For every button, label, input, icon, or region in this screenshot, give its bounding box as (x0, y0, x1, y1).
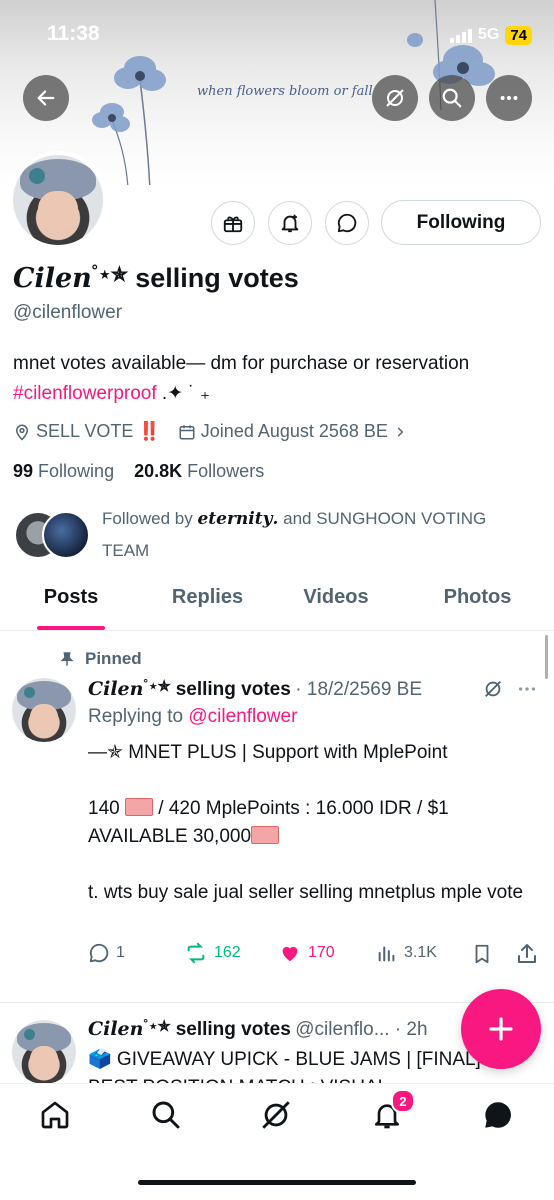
post-author-avatar[interactable] (12, 678, 76, 742)
follower-avatar (42, 511, 90, 559)
pinned-indicator: Pinned (59, 649, 142, 669)
followed-by-avatars[interactable] (14, 511, 104, 559)
post-author-avatar[interactable] (12, 1020, 76, 1083)
repost-icon (187, 942, 205, 964)
views-button[interactable]: 3.1K (376, 942, 437, 964)
location-text: SELL VOTE (36, 421, 134, 441)
subscribe-button[interactable] (211, 201, 255, 245)
ticket-emoji-icon (251, 826, 280, 844)
followers-count-link[interactable]: 20.8K Followers (134, 461, 264, 481)
message-button[interactable] (325, 201, 369, 245)
post-text: —✯ MNET PLUS | Support with MplePoint 14… (88, 742, 524, 903)
more-button[interactable] (486, 75, 532, 121)
pin-icon (60, 652, 74, 666)
follow-counts: 99 Following 20.8K Followers (13, 461, 264, 482)
reply-icon (89, 943, 109, 963)
network-label: 5G (477, 26, 500, 43)
display-name-symbols: ˚⋆✯ (91, 264, 128, 286)
grok-icon (386, 89, 404, 107)
bio-hashtag-link[interactable]: #cilenflowerproof (13, 383, 157, 404)
more-dots-icon (500, 95, 518, 101)
banner-caption: when flowers bloom or fall (197, 84, 373, 99)
replying-to: Replying to @cilenflower (88, 706, 298, 727)
tabs-divider (0, 630, 554, 631)
profile-bio: mnet votes available— dm for purchase or… (13, 349, 543, 409)
heart-icon (282, 946, 298, 962)
arrow-left-icon (37, 90, 55, 106)
grok-button[interactable] (372, 75, 418, 121)
ticket-emoji-icon (124, 798, 153, 816)
profile-avatar[interactable] (9, 151, 107, 249)
reply-button[interactable]: 1 (88, 942, 125, 964)
status-indicators: 5G 74 (449, 22, 532, 48)
home-indicator (138, 1180, 416, 1185)
grok-icon[interactable] (482, 678, 504, 700)
like-button[interactable]: 170 (278, 942, 335, 964)
post-more-icon[interactable] (516, 678, 538, 700)
views-chart-icon (378, 946, 395, 962)
home-icon (41, 1101, 69, 1129)
tab-photos[interactable]: Photos (430, 586, 525, 609)
tab-posts[interactable]: Posts (30, 586, 112, 609)
location-emoji: ‼️ (138, 421, 161, 441)
post-header: Cilen˚⋆✯ selling votes · 18/2/2569 BE (88, 677, 422, 701)
post-pinned[interactable]: Pinned Cilen˚⋆✯ selling votes · 18/2/256… (0, 640, 554, 1000)
bio-sparkle: .✦ ˙ ₊ (161, 383, 211, 404)
post-header: Cilen˚⋆✯ selling votes @cilenflo... · 2h (88, 1017, 428, 1041)
search-icon (152, 1101, 180, 1129)
post-text: 🗳️ GIVEAWAY UPICK - BLUE JAMS | [FINAL] … (88, 1049, 481, 1083)
joined-date[interactable]: Joined August 2568 BE (201, 421, 388, 442)
location-pin-icon (15, 424, 29, 441)
avatar-image (13, 155, 103, 245)
chevron-right-icon (397, 426, 404, 437)
compose-post-button[interactable] (461, 989, 541, 1069)
post-author-name[interactable]: Cilen˚⋆✯ selling votes (88, 1018, 291, 1040)
notify-button[interactable] (268, 201, 312, 245)
search-button[interactable] (429, 75, 475, 121)
tab-replies[interactable]: Replies (160, 586, 255, 609)
nav-messages[interactable] (478, 1095, 518, 1135)
back-button[interactable] (23, 75, 69, 121)
nav-notifications[interactable]: 2 (367, 1089, 415, 1135)
nav-grok[interactable] (256, 1095, 296, 1135)
signal-icon (449, 27, 472, 43)
tab-videos[interactable]: Videos (290, 586, 382, 609)
profile-handle: @cilenflower (13, 302, 123, 323)
chat-bubble-icon (337, 213, 357, 233)
battery-icon: 74 (505, 25, 532, 45)
bookmark-icon[interactable] (471, 942, 493, 966)
followed-by-text[interactable]: Followed by 𝒆𝒕𝒆𝒓𝒏𝒊𝒕𝒚. and SUNGHOON VOTIN… (102, 503, 522, 566)
profile-meta: SELL VOTE ‼️ Joined August 2568 BE (13, 421, 407, 442)
chat-bubble-icon (485, 1102, 511, 1128)
following-button[interactable]: Following (381, 200, 541, 245)
replying-to-handle-link[interactable]: @cilenflower (188, 706, 297, 727)
calendar-icon (179, 424, 195, 439)
post-timestamp: @cilenflo... · 2h (295, 1019, 428, 1040)
display-name-script: Cilen (13, 263, 92, 294)
flower-illustration-left (92, 56, 166, 185)
repost-button[interactable]: 162 (184, 942, 241, 964)
post-actions: 1 162 170 3.1K (88, 942, 543, 968)
notification-count-badge: 2 (391, 1089, 415, 1113)
post-timestamp: · 18/2/2569 BE (295, 679, 423, 700)
display-name-suffix: selling votes (135, 263, 299, 293)
search-icon (442, 88, 462, 108)
status-time: 11:38 (47, 22, 100, 45)
bell-plus-icon (281, 214, 299, 233)
nav-home[interactable] (35, 1095, 75, 1135)
grok-icon (262, 1101, 290, 1129)
gift-icon (223, 216, 243, 233)
display-name: Cilen˚⋆✯ selling votes (13, 262, 299, 294)
following-count-link[interactable]: 99 Following (13, 461, 114, 481)
nav-search[interactable] (146, 1095, 186, 1135)
plus-icon (489, 1017, 513, 1041)
bio-line: mnet votes available— dm for purchase or… (13, 353, 470, 374)
post-author-name[interactable]: Cilen˚⋆✯ selling votes (88, 678, 291, 700)
share-icon[interactable] (515, 942, 539, 966)
